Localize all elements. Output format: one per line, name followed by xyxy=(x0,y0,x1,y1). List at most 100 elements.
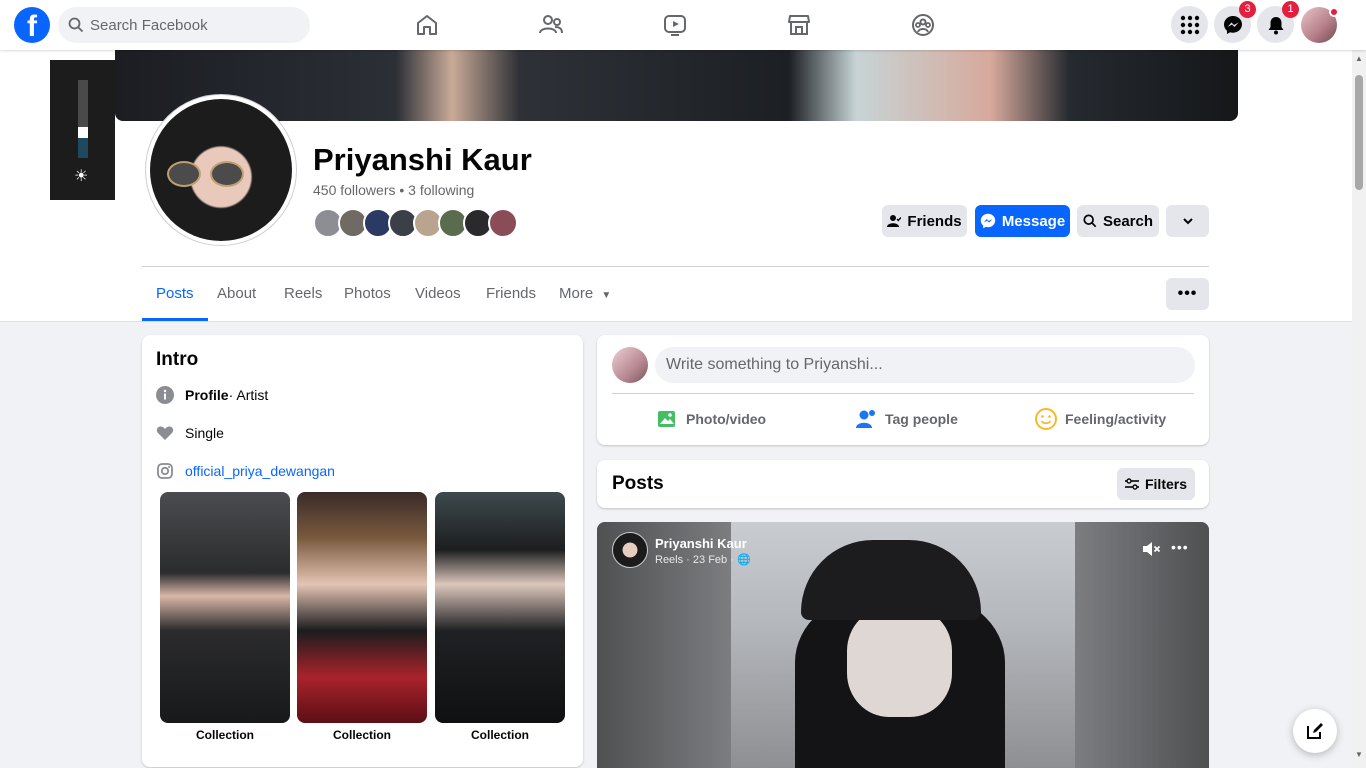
photo-icon xyxy=(658,411,675,427)
scroll-up-icon[interactable]: ▲ xyxy=(1355,54,1363,63)
collection-thumbnail xyxy=(435,492,565,723)
collection-label: Collection xyxy=(470,728,529,742)
collection-label: Collection xyxy=(332,728,391,742)
message-button-label: Message xyxy=(1001,212,1066,230)
menu-button[interactable] xyxy=(1171,6,1208,43)
page-scrollbar[interactable]: ▲ ▼ xyxy=(1352,50,1366,768)
intro-relationship-row: Single xyxy=(156,423,224,443)
collection-thumbnail xyxy=(160,492,290,723)
composer-card: Write something to Priyanshi... Photo/vi… xyxy=(597,335,1209,445)
profile-picture[interactable] xyxy=(145,94,297,246)
messenger-icon xyxy=(980,213,996,229)
tag-people-button[interactable]: Tag people xyxy=(855,407,958,431)
photo-video-button[interactable]: Photo/video xyxy=(656,407,766,431)
intro-title: Intro xyxy=(156,349,199,370)
intro-relationship: Single xyxy=(185,425,224,441)
reel-author-name[interactable]: Priyanshi Kaur xyxy=(655,536,747,551)
reel-author-avatar[interactable] xyxy=(612,532,648,568)
posts-header-card: Posts Filters xyxy=(597,460,1209,508)
new-message-button[interactable] xyxy=(1293,709,1337,753)
collection-item[interactable]: Collection xyxy=(160,492,290,742)
messenger-badge: 3 xyxy=(1239,1,1256,18)
search-icon xyxy=(1083,214,1097,228)
composer-input[interactable]: Write something to Priyanshi... xyxy=(655,347,1195,383)
reel-post[interactable]: Priyanshi Kaur Reels · 23 Feb · 🌐 ••• xyxy=(597,522,1209,768)
account-alert-dot xyxy=(1329,7,1339,17)
globe-icon: 🌐 xyxy=(736,554,751,566)
composer-avatar[interactable] xyxy=(612,347,648,383)
reel-figure-face xyxy=(847,607,952,717)
intro-profile-row: Profile · Artist xyxy=(156,385,268,405)
info-icon xyxy=(156,386,174,404)
scroll-down-icon[interactable]: ▼ xyxy=(1355,750,1363,759)
bell-icon xyxy=(1268,16,1283,34)
photo-video-label: Photo/video xyxy=(686,411,767,427)
messenger-button[interactable]: 3 xyxy=(1214,1,1256,43)
tag-people-label: Tag people xyxy=(885,411,958,427)
profile-picture-lens-right xyxy=(210,161,244,187)
home-icon[interactable] xyxy=(414,12,440,38)
tab-posts[interactable]: Posts xyxy=(142,270,208,321)
follower-count[interactable]: 450 followers • 3 following xyxy=(313,182,474,198)
feeling-activity-button[interactable]: Feeling/activity xyxy=(1035,407,1166,431)
posts-title: Posts xyxy=(612,473,664,494)
chevron-down-icon xyxy=(1182,218,1193,225)
instagram-link[interactable]: official_priya_dewangan xyxy=(185,463,335,479)
account-avatar[interactable] xyxy=(1301,7,1339,43)
instagram-icon xyxy=(157,463,173,479)
search-bar[interactable] xyxy=(58,7,310,43)
tab-photos[interactable]: Photos xyxy=(330,270,405,321)
intro-profile-label: Profile xyxy=(185,387,229,403)
profile-search-label: Search xyxy=(1102,212,1154,230)
feeling-activity-label: Feeling/activity xyxy=(1065,411,1167,427)
mute-icon[interactable] xyxy=(1141,539,1161,559)
friends-status-icon xyxy=(887,215,902,227)
reel-meta: Reels · 23 Feb · 🌐 xyxy=(655,553,751,566)
top-navbar: f 3 1 xyxy=(0,0,1366,50)
sun-icon: ☀ xyxy=(74,168,89,185)
tab-videos[interactable]: Videos xyxy=(401,270,475,321)
friends-button-label: Friends xyxy=(907,212,962,230)
brightness-slider-panel: ☀ xyxy=(50,60,115,200)
collection-item[interactable]: Collection xyxy=(435,492,565,742)
filters-button[interactable]: Filters xyxy=(1117,468,1195,500)
profile-name: Priyanshi Kaur xyxy=(313,142,532,177)
reel-meta-text: Reels · 23 Feb · xyxy=(655,554,734,566)
search-input[interactable] xyxy=(90,7,300,43)
profile-picture-image xyxy=(150,99,292,241)
tab-more[interactable]: More ▼ xyxy=(545,270,615,321)
intro-instagram-row: official_priya_dewangan xyxy=(156,461,335,481)
tab-friends[interactable]: Friends xyxy=(472,270,550,321)
tab-reels[interactable]: Reels xyxy=(270,270,336,321)
collection-label: Collection xyxy=(195,728,254,742)
profile-search-button[interactable]: Search xyxy=(1077,205,1159,237)
tag-people-icon xyxy=(856,410,875,428)
compose-icon xyxy=(1307,723,1323,739)
more-actions-dropdown[interactable] xyxy=(1166,205,1209,237)
reel-options-icon[interactable]: ••• xyxy=(1171,539,1189,555)
groups-icon[interactable] xyxy=(910,12,936,38)
messenger-icon xyxy=(1223,15,1242,34)
cover-photo[interactable] xyxy=(115,50,1238,121)
brightness-slider-thumb[interactable] xyxy=(78,127,88,138)
collection-thumbnail xyxy=(297,492,427,723)
grid-menu-icon xyxy=(1180,15,1199,34)
tab-more-label: More xyxy=(559,285,594,302)
message-button[interactable]: Message xyxy=(975,205,1070,237)
friends-button[interactable]: Friends xyxy=(882,205,967,237)
intro-profile-category: · Artist xyxy=(228,387,269,403)
friends-icon[interactable] xyxy=(538,12,564,38)
notifications-button[interactable]: 1 xyxy=(1257,1,1299,43)
profile-options-button[interactable]: ••• xyxy=(1166,278,1209,310)
heart-icon xyxy=(156,426,174,440)
tab-about[interactable]: About xyxy=(203,270,270,321)
intro-card: Intro Profile · Artist Single official_p… xyxy=(142,335,583,767)
filters-icon xyxy=(1124,478,1139,490)
collection-item[interactable]: Collection xyxy=(297,492,427,742)
marketplace-icon[interactable] xyxy=(786,12,812,38)
facebook-logo[interactable]: f xyxy=(14,7,50,43)
friend-avatar[interactable] xyxy=(488,208,518,238)
watch-icon[interactable] xyxy=(662,12,688,38)
scrollbar-thumb[interactable] xyxy=(1355,75,1363,190)
smiley-icon xyxy=(1035,408,1057,430)
